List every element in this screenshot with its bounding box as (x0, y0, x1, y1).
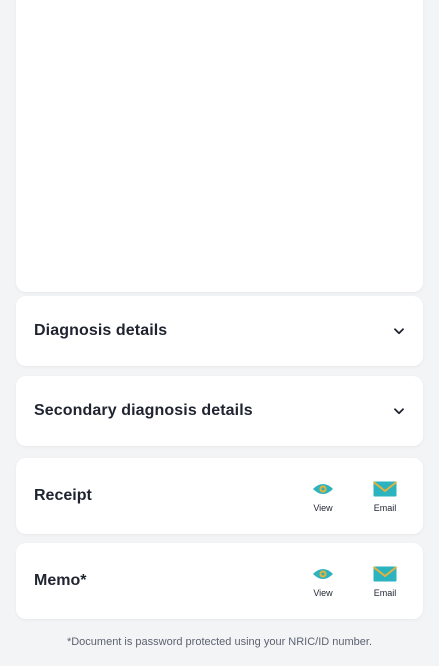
receipt-view-button[interactable]: View (305, 480, 341, 513)
receipt-label: Receipt (34, 487, 92, 504)
eye-icon (312, 565, 334, 583)
memo-label: Memo* (34, 572, 87, 589)
diagnosis-details-label: Diagnosis details (34, 322, 168, 339)
envelope-icon (373, 480, 397, 498)
receipt-view-label: View (313, 502, 333, 513)
receipt-actions: View Email (305, 480, 403, 513)
chevron-down-icon[interactable] (393, 325, 405, 337)
password-footnote: *Document is password protected using yo… (66, 636, 373, 648)
chevron-down-icon[interactable] (393, 405, 405, 417)
details-card (16, 0, 423, 292)
receipt-card: Receipt View Email (16, 458, 423, 534)
memo-view-button[interactable]: View (305, 565, 341, 598)
claim-details-page: Diagnosis details Secondary diagnosis de… (0, 0, 439, 666)
diagnosis-details-card: Diagnosis details (16, 296, 423, 366)
memo-card: Memo* View Email (16, 543, 423, 619)
receipt-email-label: Email (373, 502, 397, 513)
memo-row: Memo* View Email (16, 543, 423, 619)
memo-actions: View Email (305, 565, 403, 598)
secondary-diagnosis-details-label: Secondary diagnosis details (34, 402, 253, 419)
memo-email-button[interactable]: Email (367, 565, 403, 598)
receipt-row: Receipt View Email (16, 458, 423, 534)
memo-view-label: View (313, 587, 333, 598)
secondary-diagnosis-details-accordion[interactable]: Secondary diagnosis details (16, 376, 423, 446)
receipt-email-button[interactable]: Email (367, 480, 403, 513)
memo-email-label: Email (373, 587, 397, 598)
diagnosis-details-accordion[interactable]: Diagnosis details (16, 296, 423, 366)
envelope-icon (373, 565, 397, 583)
secondary-diagnosis-details-card: Secondary diagnosis details (16, 376, 423, 446)
eye-icon (312, 480, 334, 498)
